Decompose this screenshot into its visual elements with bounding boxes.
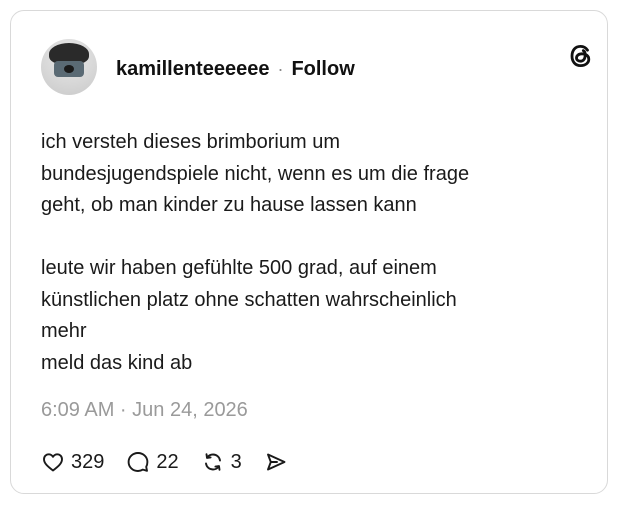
- username[interactable]: kamillenteeeeee: [116, 58, 269, 81]
- reply-button[interactable]: 22: [126, 450, 179, 474]
- post-header: kamillenteeeeee · Follow: [116, 56, 355, 82]
- like-button[interactable]: 329: [41, 450, 104, 474]
- repost-count: 3: [230, 450, 242, 473]
- post-card: kamillenteeeeee · Follow ich versteh die…: [10, 10, 608, 494]
- repost-button[interactable]: 3: [201, 450, 242, 474]
- send-icon: [266, 453, 286, 471]
- share-button[interactable]: [264, 450, 294, 474]
- avatar[interactable]: [41, 39, 97, 95]
- repost-icon: [204, 453, 221, 471]
- reply-count: 22: [156, 450, 179, 473]
- post-timestamp[interactable]: 6:09 AM · Jun 24, 2026: [41, 399, 248, 422]
- post-text: ich versteh dieses brimborium um bundesj…: [41, 131, 470, 374]
- speech-bubble-icon: [128, 452, 149, 472]
- action-bar: 329 22 3: [41, 447, 316, 477]
- avatar-camera-lens: [64, 65, 74, 73]
- header-separator: ·: [277, 58, 284, 79]
- heart-icon: [43, 453, 63, 472]
- follow-button[interactable]: Follow: [291, 58, 354, 81]
- threads-logo-icon[interactable]: [566, 41, 596, 71]
- like-count: 329: [71, 450, 105, 473]
